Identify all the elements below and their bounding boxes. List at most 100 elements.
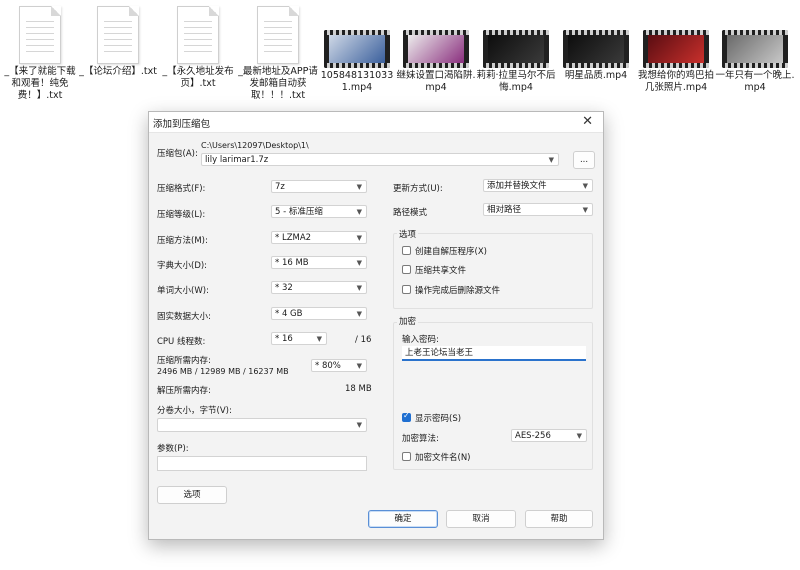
- desktop-file-txt[interactable]: _【永久地址发布页】.txt: [158, 0, 238, 90]
- chevron-down-icon: ▼: [576, 432, 582, 440]
- chevron-down-icon: ▼: [356, 362, 362, 370]
- chevron-down-icon: ▼: [356, 183, 362, 191]
- archive-label: 压缩包(A):: [157, 149, 198, 159]
- parameters-label: 参数(P):: [157, 444, 189, 454]
- path-mode-select[interactable]: 相对路径 ▼: [483, 203, 593, 216]
- file-name: 明星品质.mp4: [564, 70, 628, 81]
- update-mode-label: 更新方式(U):: [393, 184, 443, 194]
- cpu-threads-value: * 16: [275, 334, 293, 344]
- text-file-icon: [257, 6, 299, 64]
- word-size-select[interactable]: * 32 ▼: [271, 281, 367, 294]
- word-size-value: * 32: [275, 283, 293, 293]
- chevron-down-icon: ▼: [548, 156, 554, 164]
- encryption-method-select[interactable]: AES-256 ▼: [511, 429, 587, 442]
- file-name: _【来了就能下载和观看！纯免费！】.txt: [4, 66, 76, 101]
- desktop-file-mp4[interactable]: 一年只有一个晚上.mp4: [715, 0, 795, 94]
- update-mode-select[interactable]: 添加并替换文件 ▼: [483, 179, 593, 192]
- password-input[interactable]: 上老王论坛当老王: [402, 346, 586, 361]
- chevron-down-icon: ▼: [356, 234, 362, 242]
- desktop-file-mp4[interactable]: 我想给你的鸡巴拍几张照片.mp4: [636, 0, 716, 94]
- desktop-file-txt[interactable]: _最新地址及APP请发邮箱自动获取！！！.txt: [238, 0, 318, 102]
- video-file-icon: [563, 30, 629, 68]
- encryption-group-title: 加密: [397, 315, 419, 327]
- video-thumbnail-image: [727, 35, 783, 63]
- cpu-threads-select[interactable]: * 16 ▼: [271, 332, 327, 345]
- dictionary-value: * 16 MB: [275, 258, 309, 268]
- chevron-down-icon: ▼: [356, 310, 362, 318]
- solid-size-select[interactable]: * 4 GB ▼: [271, 307, 367, 320]
- split-volume-label: 分卷大小，字节(V):: [157, 406, 232, 416]
- memory-compress-values: 2496 MB / 12989 MB / 16237 MB: [157, 367, 289, 376]
- browse-button[interactable]: ...: [573, 151, 595, 169]
- help-button[interactable]: 帮助: [525, 510, 593, 528]
- file-name: _最新地址及APP请发邮箱自动获取！！！.txt: [238, 66, 318, 101]
- show-password-checkbox[interactable]: [402, 411, 411, 422]
- close-icon[interactable]: ✕: [582, 114, 593, 129]
- password-label: 输入密码:: [402, 335, 439, 345]
- file-name: 继妹设置口渴陷阱.mp4: [396, 70, 476, 93]
- memory-percent-select[interactable]: * 80% ▼: [311, 359, 367, 372]
- memory-decompress-label: 解压所需内存:: [157, 386, 211, 396]
- encrypt-names-label: 加密文件名(N): [415, 453, 471, 463]
- shared-files-checkbox[interactable]: [402, 265, 411, 274]
- chevron-down-icon: ▼: [356, 208, 362, 216]
- video-thumbnail-image: [329, 35, 385, 63]
- encryption-method-value: AES-256: [515, 431, 551, 441]
- ok-button[interactable]: 确定: [368, 510, 438, 528]
- video-thumbnail-image: [648, 35, 704, 63]
- memory-percent-value: * 80%: [315, 361, 341, 371]
- file-name: 我想给你的鸡巴拍几张照片.mp4: [637, 70, 714, 93]
- dictionary-label: 字典大小(D):: [157, 261, 208, 271]
- method-select[interactable]: * LZMA2 ▼: [271, 231, 367, 244]
- encryption-method-label: 加密算法:: [402, 434, 439, 444]
- file-name: _【论坛介绍】.txt: [79, 66, 157, 77]
- desktop-file-txt[interactable]: _【论坛介绍】.txt: [78, 0, 158, 78]
- method-label: 压缩方法(M):: [157, 236, 208, 246]
- desktop-file-txt[interactable]: _【来了就能下载和观看！纯免费！】.txt: [0, 0, 80, 102]
- dialog-title: 添加到压缩包: [153, 119, 211, 130]
- file-name: 一年只有一个晚上.mp4: [715, 70, 795, 93]
- parameters-input[interactable]: [157, 456, 367, 471]
- sfx-checkbox[interactable]: [402, 246, 411, 255]
- memory-decompress-value: 18 MB: [345, 384, 372, 394]
- text-file-icon: [97, 6, 139, 64]
- options-button[interactable]: 选项: [157, 486, 227, 504]
- chevron-down-icon: ▼: [582, 182, 588, 190]
- delete-after-checkbox[interactable]: [402, 285, 411, 294]
- method-value: * LZMA2: [275, 233, 312, 243]
- chevron-down-icon: ▼: [356, 259, 362, 267]
- archive-name-combo[interactable]: lily larimar1.7z ▼: [201, 153, 559, 166]
- video-thumbnail-image: [488, 35, 544, 63]
- cancel-button[interactable]: 取消: [446, 510, 516, 528]
- level-label: 压缩等级(L):: [157, 210, 206, 220]
- update-mode-value: 添加并替换文件: [487, 181, 547, 191]
- split-volume-combo[interactable]: ▼: [157, 418, 367, 432]
- level-select[interactable]: 5 - 标准压缩 ▼: [271, 205, 367, 218]
- format-label: 压缩格式(F):: [157, 184, 206, 194]
- shared-files-label: 压缩共享文件: [415, 266, 467, 276]
- desktop-file-mp4[interactable]: 明星品质.mp4: [556, 0, 636, 82]
- options-group-title: 选项: [397, 228, 419, 240]
- file-name: 莉莉·拉里马尔不后悔.mp4: [476, 70, 556, 93]
- show-password-label: 显示密码(S): [415, 414, 462, 424]
- text-file-icon: [19, 6, 61, 64]
- dictionary-select[interactable]: * 16 MB ▼: [271, 256, 367, 269]
- desktop-file-mp4[interactable]: 莉莉·拉里马尔不后悔.mp4: [476, 0, 556, 94]
- dialog-titlebar: 添加到压缩包 ✕: [149, 112, 603, 133]
- chevron-down-icon: ▼: [356, 284, 362, 292]
- archive-path: C:\Users\12097\Desktop\1\: [201, 141, 309, 150]
- chevron-down-icon: ▼: [356, 421, 362, 429]
- word-size-label: 单词大小(W):: [157, 286, 209, 296]
- video-thumbnail-image: [408, 35, 464, 63]
- desktop-file-mp4[interactable]: 继妹设置口渴陷阱.mp4: [396, 0, 476, 94]
- desktop-file-mp4[interactable]: 1058481310331.mp4: [317, 0, 397, 94]
- encrypt-names-checkbox[interactable]: [402, 452, 411, 461]
- file-name: _【永久地址发布页】.txt: [162, 66, 234, 89]
- video-thumbnail-image: [568, 35, 624, 63]
- archive-name-value: lily larimar1.7z: [205, 155, 269, 165]
- solid-size-label: 固实数据大小:: [157, 312, 211, 322]
- chevron-down-icon: ▼: [316, 335, 322, 343]
- file-name: 1058481310331.mp4: [320, 70, 394, 93]
- format-select[interactable]: 7z ▼: [271, 180, 367, 193]
- video-file-icon: [722, 30, 788, 68]
